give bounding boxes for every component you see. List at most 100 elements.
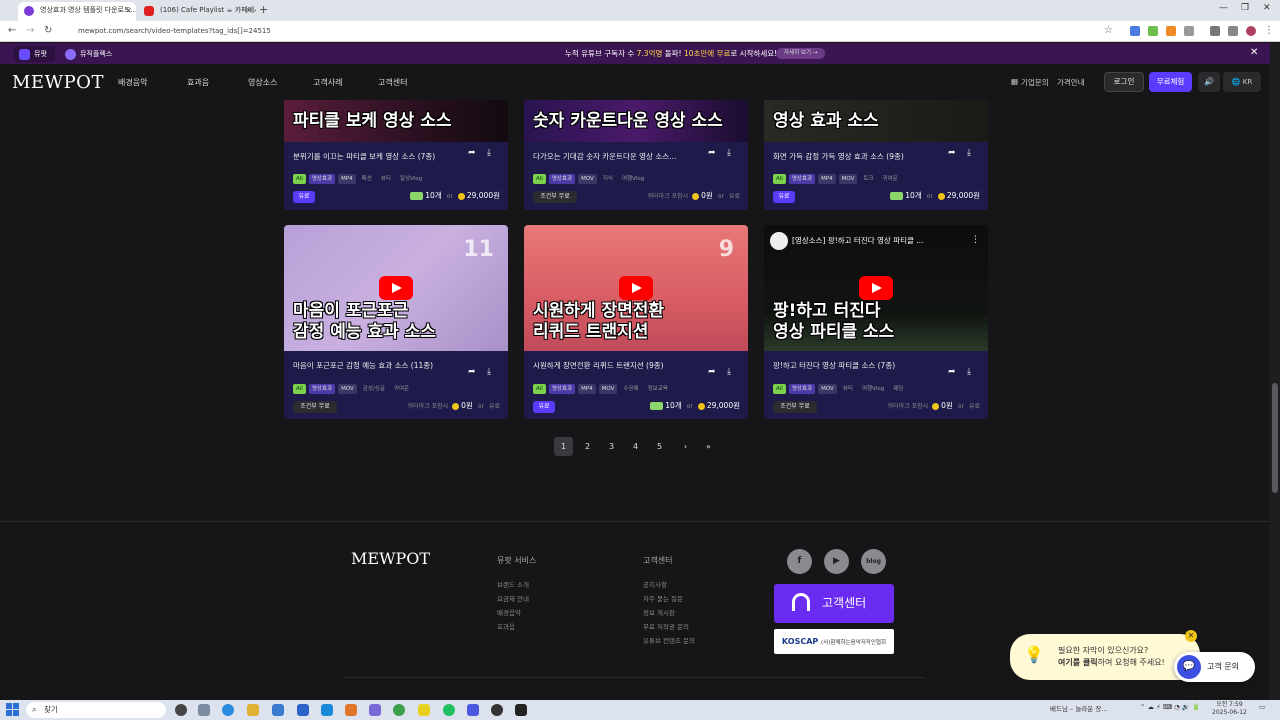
tag[interactable]: 정보교육 — [645, 384, 671, 394]
close-tab-icon[interactable]: ✕ — [245, 2, 252, 19]
blog-icon[interactable]: blog — [861, 549, 886, 574]
customer-center-button[interactable]: 고객센터 — [774, 584, 894, 623]
close-window-icon[interactable]: ✕ — [1263, 3, 1271, 13]
tag[interactable]: 귀여운 — [391, 384, 412, 394]
app-icon[interactable] — [467, 704, 479, 716]
footer-logo[interactable]: MEWPOT — [351, 549, 430, 568]
close-tab-icon[interactable]: ✕ — [125, 2, 132, 19]
nav-item-bgm[interactable]: 배경음악 — [118, 77, 147, 88]
nav-item-cases[interactable]: 고객사례 — [313, 77, 342, 88]
pricing-link[interactable]: 가격안내 — [1057, 77, 1085, 88]
bookmark-star-icon[interactable]: ☆ — [1104, 25, 1113, 36]
close-chat-prompt-icon[interactable]: ✕ — [1185, 630, 1197, 642]
language-button[interactable]: 🌐 KR — [1223, 72, 1261, 92]
tag[interactable]: 영상효과 — [308, 384, 336, 394]
share-icon[interactable]: ➦ — [468, 148, 476, 158]
tag[interactable]: 영상효과 — [548, 384, 576, 394]
tag[interactable]: 감성/싱글 — [360, 384, 388, 394]
tag[interactable]: All — [773, 174, 786, 184]
card-title[interactable]: 다가오는 기대감 숫자 카운트다운 영상 소스... — [533, 151, 676, 162]
forward-icon[interactable]: → — [26, 25, 34, 36]
app-icon[interactable] — [345, 704, 357, 716]
card-title[interactable]: 분위기를 이끄는 파티클 보케 영상 소스 (7종) — [293, 151, 435, 162]
chat-prompt-bubble[interactable]: 💡 필요한 자막이 있으신가요? 여기를 클릭하여 요청해 주세요! — [1010, 634, 1200, 680]
tag[interactable]: All — [773, 384, 786, 394]
tag[interactable]: 영상효과 — [788, 384, 816, 394]
app-icon[interactable] — [515, 704, 527, 716]
extension-icon[interactable] — [1166, 26, 1176, 36]
tag[interactable]: 웨딩 — [890, 384, 906, 394]
sidebar-icon[interactable] — [1228, 26, 1238, 36]
scrollbar-thumb[interactable] — [1272, 383, 1278, 493]
edge-icon[interactable] — [222, 704, 234, 716]
url-field[interactable]: mewpot.com/search/video-templates?tag_id… — [66, 24, 1116, 39]
tag[interactable]: 토크 — [860, 174, 876, 184]
menu-dots-icon[interactable]: ⋮ — [1264, 25, 1274, 36]
download-icon[interactable]: ⤓ — [727, 148, 731, 158]
tab-youtube[interactable]: (106) Cafe Playlist ☕ 카페에서... ✕ — [138, 2, 256, 21]
tag[interactable]: 여행Vlog — [619, 174, 647, 184]
footer-link[interactable]: 정보 게시판 — [643, 607, 675, 617]
spotify-icon[interactable] — [443, 704, 455, 716]
card-thumbnail[interactable]: 11 마음이 포근포근 감정 예능 효과 소스 — [284, 225, 508, 351]
youtube-play-icon[interactable] — [859, 276, 893, 300]
template-card[interactable]: 9 시원하게 장면전환 리퀴드 트랜지션 시원하게 장면전환 리퀴드 트랜지션 (… — [524, 225, 748, 419]
tag[interactable]: 여행Vlog — [859, 384, 887, 394]
tag[interactable]: All — [293, 174, 306, 184]
chrome-icon[interactable] — [393, 704, 405, 716]
template-card[interactable]: 11 마음이 포근포근 감정 예능 효과 소스 마음이 포근포근 감정 예능 효과… — [284, 225, 508, 419]
tag[interactable]: MP4 — [338, 174, 356, 184]
next-page-button[interactable]: › — [676, 437, 695, 456]
page-scrollbar[interactable] — [1270, 43, 1280, 700]
sound-toggle-button[interactable]: 🔊 — [1198, 72, 1220, 92]
store-icon[interactable] — [272, 704, 284, 716]
task-view-icon[interactable] — [175, 704, 187, 716]
download-icon[interactable]: ⤓ — [967, 367, 971, 377]
enterprise-link[interactable]: 기업문의 — [1021, 77, 1049, 88]
tag[interactable]: MOV — [338, 384, 357, 394]
tag[interactable]: All — [293, 384, 306, 394]
tag[interactable]: 뷰티 — [378, 174, 394, 184]
system-tray-icons[interactable]: ⌃ ☁ ⚡ ⌨ ◔ 🔊 🔋 — [1140, 703, 1200, 711]
promo-more-button[interactable]: 자세히 보기 → — [776, 48, 826, 59]
template-card[interactable]: 파티클 보케 영상 소스 분위기를 이끄는 파티클 보케 영상 소스 (7종) … — [284, 100, 508, 210]
media-now-playing[interactable]: 베드님 – 놀라운 장... — [1050, 703, 1108, 713]
card-title[interactable]: 시원하게 장면전환 리퀴드 트랜지션 (9종) — [533, 360, 664, 371]
card-thumbnail[interactable]: 영상 효과 소스 — [764, 100, 988, 142]
download-icon[interactable]: ⤓ — [727, 367, 731, 377]
card-thumbnail[interactable]: 파티클 보케 영상 소스 — [284, 100, 508, 142]
tag[interactable]: All — [533, 384, 546, 394]
nav-item-video-source[interactable]: 영상소스 — [248, 77, 277, 88]
app-icon[interactable] — [321, 704, 333, 716]
card-title[interactable]: 화면 가득 감정 가득 영상 효과 소스 (9종) — [773, 151, 904, 162]
footer-link[interactable]: 브랜드 소개 — [497, 579, 529, 589]
download-icon[interactable]: ⤓ — [487, 367, 491, 377]
youtube-icon[interactable]: ▶ — [824, 549, 849, 574]
card-thumbnail[interactable]: [영상소스] 팡!하고 터진다 영상 파티클 ... ⋮ 팡!하고 터진다 영상 … — [764, 225, 988, 351]
share-icon[interactable]: ➦ — [948, 148, 956, 158]
footer-link[interactable]: 무료 저작권 문의 — [643, 621, 689, 631]
template-card[interactable]: 영상 효과 소스 화면 가득 감정 가득 영상 효과 소스 (9종) ➦ ⤓ A… — [764, 100, 988, 210]
template-card[interactable]: [영상소스] 팡!하고 터진다 영상 파티클 ... ⋮ 팡!하고 터진다 영상 … — [764, 225, 988, 419]
mail-icon[interactable] — [297, 704, 309, 716]
nav-item-support[interactable]: 고객센터 — [378, 77, 407, 88]
youtube-title[interactable]: [영상소스] 팡!하고 터진다 영상 파티클 ... — [792, 236, 923, 245]
template-card[interactable]: 숫자 카운트다운 영상 소스 다가오는 기대감 숫자 카운트다운 영상 소스..… — [524, 100, 748, 210]
tag[interactable]: 지식 — [600, 174, 616, 184]
facebook-icon[interactable]: f — [787, 549, 812, 574]
back-icon[interactable]: ← — [8, 25, 16, 36]
extension-icon[interactable] — [1130, 26, 1140, 36]
notification-icon[interactable]: ▭ — [1259, 703, 1265, 711]
footer-link[interactable]: 유튜브 컨텐츠 문의 — [643, 635, 695, 645]
page-4-button[interactable]: 4 — [626, 437, 645, 456]
maximize-icon[interactable]: ❐ — [1241, 3, 1249, 13]
footer-link[interactable]: 공지사항 — [643, 579, 667, 589]
last-page-button[interactable]: » — [699, 437, 718, 456]
windows-start-icon[interactable] — [6, 703, 20, 717]
tag[interactable]: 패션 — [359, 174, 375, 184]
page-3-button[interactable]: 3 — [602, 437, 621, 456]
youtube-play-icon[interactable] — [379, 276, 413, 300]
bookmark-mewpot[interactable]: 뮤팟 — [14, 46, 55, 62]
koscap-badge[interactable]: KOSCAP (사)함께하는음악저작인협회 — [774, 629, 894, 654]
page-5-button[interactable]: 5 — [650, 437, 669, 456]
